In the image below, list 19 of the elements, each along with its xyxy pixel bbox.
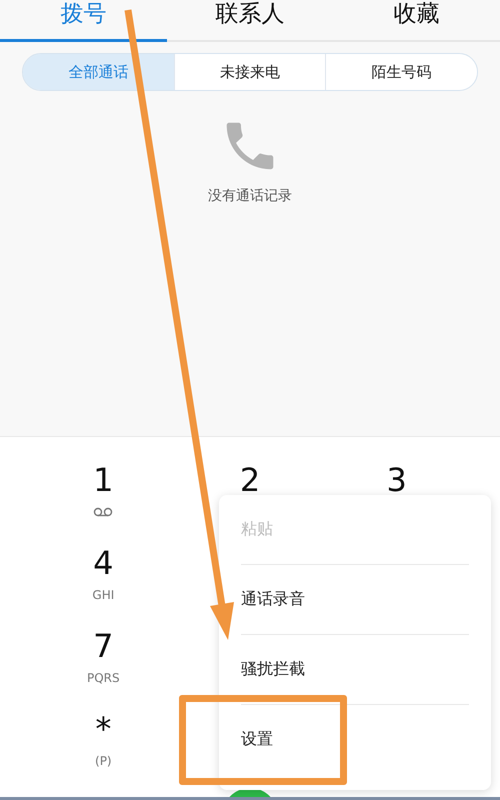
dial-key[interactable]: 7: [93, 633, 114, 659]
key-letters: GHI: [92, 588, 114, 602]
dial-key[interactable]: 4: [93, 550, 114, 576]
menu-item[interactable]: 通话录音: [241, 564, 469, 634]
dial-key[interactable]: 2: [240, 467, 260, 493]
dial-key[interactable]: 3: [386, 467, 407, 493]
filter-tab[interactable]: 未接来电: [174, 54, 326, 90]
menu-item[interactable]: 设置: [241, 704, 469, 774]
tab[interactable]: 拨号: [0, 0, 167, 42]
tab[interactable]: 收藏: [333, 0, 500, 42]
dial-key[interactable]: *: [95, 716, 112, 742]
voicemail-icon: [93, 507, 114, 517]
filter-tab[interactable]: 陌生号码: [325, 54, 477, 90]
empty-message: 没有通话记录: [208, 187, 292, 205]
key-letters: (P): [95, 754, 112, 768]
tab[interactable]: 联系人: [166, 0, 334, 42]
dial-key[interactable]: 1: [93, 467, 114, 493]
menu-item[interactable]: 骚扰拦截: [241, 634, 469, 704]
key-letters: PQRS: [87, 671, 120, 685]
